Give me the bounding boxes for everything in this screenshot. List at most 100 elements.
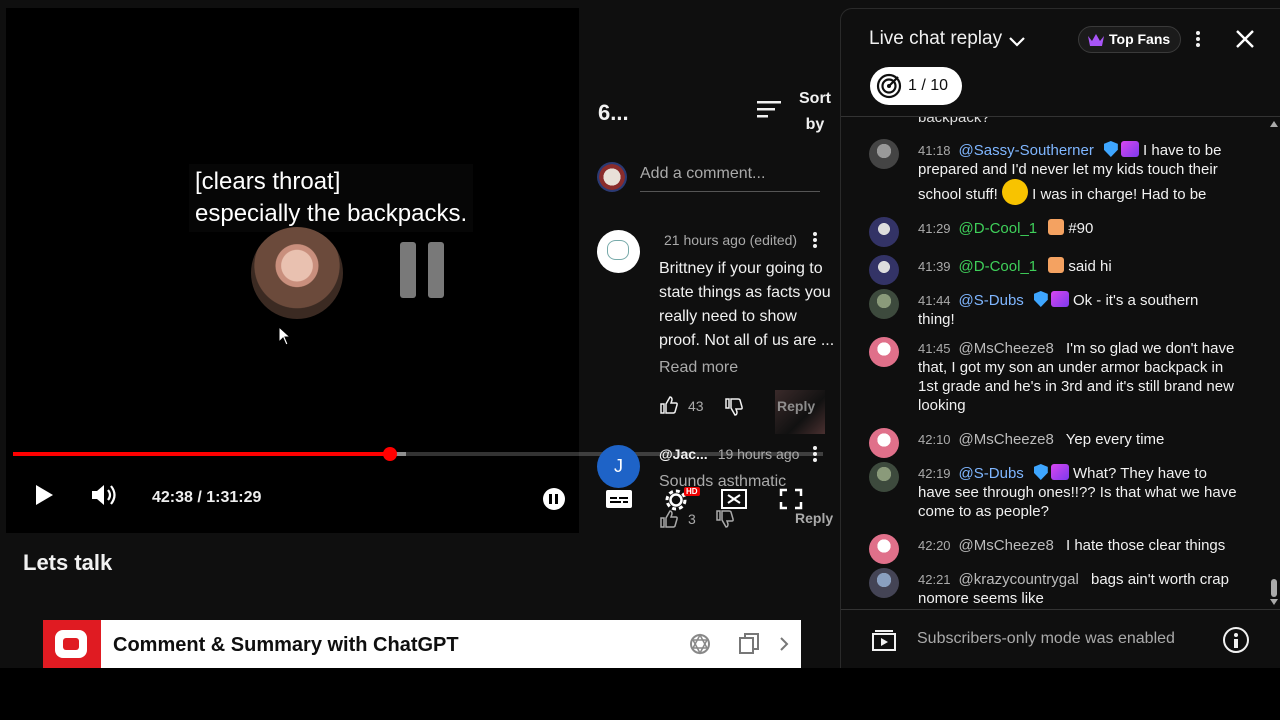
scroll-up-arrow-icon[interactable] <box>1270 121 1278 127</box>
fullscreen-icon[interactable] <box>778 487 804 511</box>
chevron-down-icon[interactable] <box>1007 31 1027 51</box>
chevron-right-icon[interactable] <box>771 630 799 658</box>
mouse-cursor-icon <box>278 326 292 346</box>
thumbs-up-icon[interactable] <box>659 395 679 415</box>
chat-avatar[interactable] <box>869 217 899 247</box>
chat-avatar[interactable] <box>869 534 899 564</box>
chat-avatar[interactable] <box>869 337 899 367</box>
chat-author[interactable]: @S-Dubs <box>959 465 1024 482</box>
laughing-emoji-icon <box>1001 179 1028 205</box>
chat-timestamp: 42:10 <box>918 432 951 447</box>
member-badge-icon <box>1050 464 1069 480</box>
chat-scrollbar[interactable] <box>1268 119 1278 609</box>
chat-timestamp: 41:18 <box>918 143 951 158</box>
thumbs-down-icon[interactable] <box>715 509 735 529</box>
chat-author[interactable]: @MsCheeze8 <box>959 431 1054 448</box>
comment-author[interactable]: @Jac... <box>659 446 708 462</box>
play-button[interactable] <box>26 478 60 512</box>
comment-menu-icon[interactable] <box>812 230 818 250</box>
reply-button[interactable]: Reply <box>795 510 833 526</box>
chat-timestamp: 41:45 <box>918 341 951 356</box>
extension-logo-icon <box>43 620 101 668</box>
video-caption: [clears throat] especially the backpacks… <box>189 164 474 232</box>
member-badge-icon <box>1120 141 1139 157</box>
pause-indicator-icon <box>400 242 444 298</box>
comment-header: @Jac... 19 hours ago <box>659 446 799 462</box>
sort-by-button[interactable]: Sort by <box>795 86 835 138</box>
chat-author[interactable]: @MsCheeze8 <box>959 340 1054 357</box>
chat-author[interactable]: @D-Cool_1 <box>959 258 1038 275</box>
chat-timestamp: 42:21 <box>918 572 951 587</box>
chat-author[interactable]: @krazycountrygal <box>959 571 1079 588</box>
comment-menu-icon[interactable] <box>812 444 818 464</box>
thumbs-down-icon[interactable] <box>724 397 744 417</box>
chat-author[interactable]: @Sassy-Southerner <box>959 142 1094 159</box>
scroll-down-arrow-icon[interactable] <box>1270 599 1278 605</box>
chat-avatar[interactable] <box>869 568 899 598</box>
chatgpt-extension-bar[interactable]: Comment & Summary with ChatGPT <box>43 620 801 668</box>
member-badge-icon <box>1048 219 1065 235</box>
add-comment-input[interactable]: Add a comment... <box>640 165 820 192</box>
chat-text: said hi <box>1068 258 1112 275</box>
youtube-watch-page: [clears throat] especially the backpacks… <box>0 0 1280 668</box>
autoplay-toggle[interactable] <box>543 488 565 510</box>
miniplayer-icon[interactable] <box>720 487 748 511</box>
subscribers-only-notice: Subscribers-only mode was enabled <box>917 630 1175 647</box>
crown-icon <box>1088 34 1104 46</box>
live-chat-panel: Live chat replay Top Fans 1 / 10 backpac… <box>840 8 1280 668</box>
caption-line-1: [clears throat] <box>195 168 341 195</box>
chat-author[interactable]: @MsCheeze8 <box>959 537 1054 554</box>
reply-button[interactable]: Reply <box>777 398 815 414</box>
target-icon <box>876 73 902 99</box>
chat-author[interactable]: @S-Dubs <box>959 292 1024 309</box>
comment-timestamp[interactable]: 19 hours ago <box>718 446 800 462</box>
scrubber-handle[interactable] <box>383 447 397 461</box>
moderator-badge-icon <box>1103 141 1118 157</box>
subscriptions-icon <box>872 630 896 651</box>
copy-icon[interactable] <box>735 630 763 658</box>
chat-avatar[interactable] <box>869 289 899 319</box>
chat-text: #90 <box>1068 220 1094 237</box>
subtitles-icon[interactable] <box>605 489 633 509</box>
goal-progress-text: 1 / 10 <box>908 77 949 94</box>
chat-avatar[interactable] <box>869 428 899 458</box>
goal-progress-pill[interactable]: 1 / 10 <box>870 67 962 105</box>
chat-header: Live chat replay Top Fans 1 / 10 <box>841 9 1280 117</box>
chat-scrollbar-thumb[interactable] <box>1271 579 1277 597</box>
comment-text: Brittney if your going to state things a… <box>659 260 835 349</box>
chat-avatar[interactable] <box>869 139 899 169</box>
comment-count: 6... <box>598 100 629 125</box>
chat-timestamp: 42:19 <box>918 466 951 481</box>
top-fans-button[interactable]: Top Fans <box>1078 26 1182 53</box>
chat-message-list[interactable]: backpack? 41:18 @Sassy-Southerner I have … <box>841 117 1269 609</box>
hd-badge: HD <box>684 487 700 496</box>
chat-avatar[interactable] <box>869 462 899 492</box>
webcam-overlay-face <box>251 227 343 319</box>
chat-timestamp: 41:29 <box>918 221 951 236</box>
sort-label-line-2: by <box>805 116 825 133</box>
caption-line-2: especially the backpacks. <box>195 200 468 227</box>
sort-icon[interactable] <box>755 97 783 121</box>
chat-menu-icon[interactable] <box>1195 29 1201 49</box>
sort-label-line-1: Sort <box>799 90 831 107</box>
chat-text-continued: I was in charge! Had to be <box>1032 186 1207 203</box>
close-icon[interactable] <box>1234 28 1256 50</box>
info-icon[interactable] <box>1223 627 1249 653</box>
chat-title[interactable]: Live chat replay <box>869 28 1002 50</box>
comment-timestamp[interactable]: 21 hours ago (edited) <box>664 232 797 248</box>
progress-played <box>13 452 390 456</box>
volume-button[interactable] <box>86 477 122 513</box>
read-more-link[interactable]: Read more <box>659 359 738 377</box>
extension-title: Comment & Summary with ChatGPT <box>113 634 459 656</box>
chat-text: Yep every time <box>1065 431 1165 448</box>
video-title: Lets talk <box>23 550 113 575</box>
comment-author-avatar[interactable] <box>597 230 640 273</box>
chat-footer: Subscribers-only mode was enabled <box>841 609 1280 668</box>
chat-timestamp: 42:20 <box>918 538 951 553</box>
member-badge-icon <box>1050 291 1069 307</box>
like-count: 43 <box>688 398 704 414</box>
chat-author[interactable]: @D-Cool_1 <box>959 220 1038 237</box>
chat-avatar[interactable] <box>869 255 899 285</box>
openai-icon[interactable] <box>686 630 714 658</box>
comment-author-avatar[interactable]: J <box>597 445 640 488</box>
